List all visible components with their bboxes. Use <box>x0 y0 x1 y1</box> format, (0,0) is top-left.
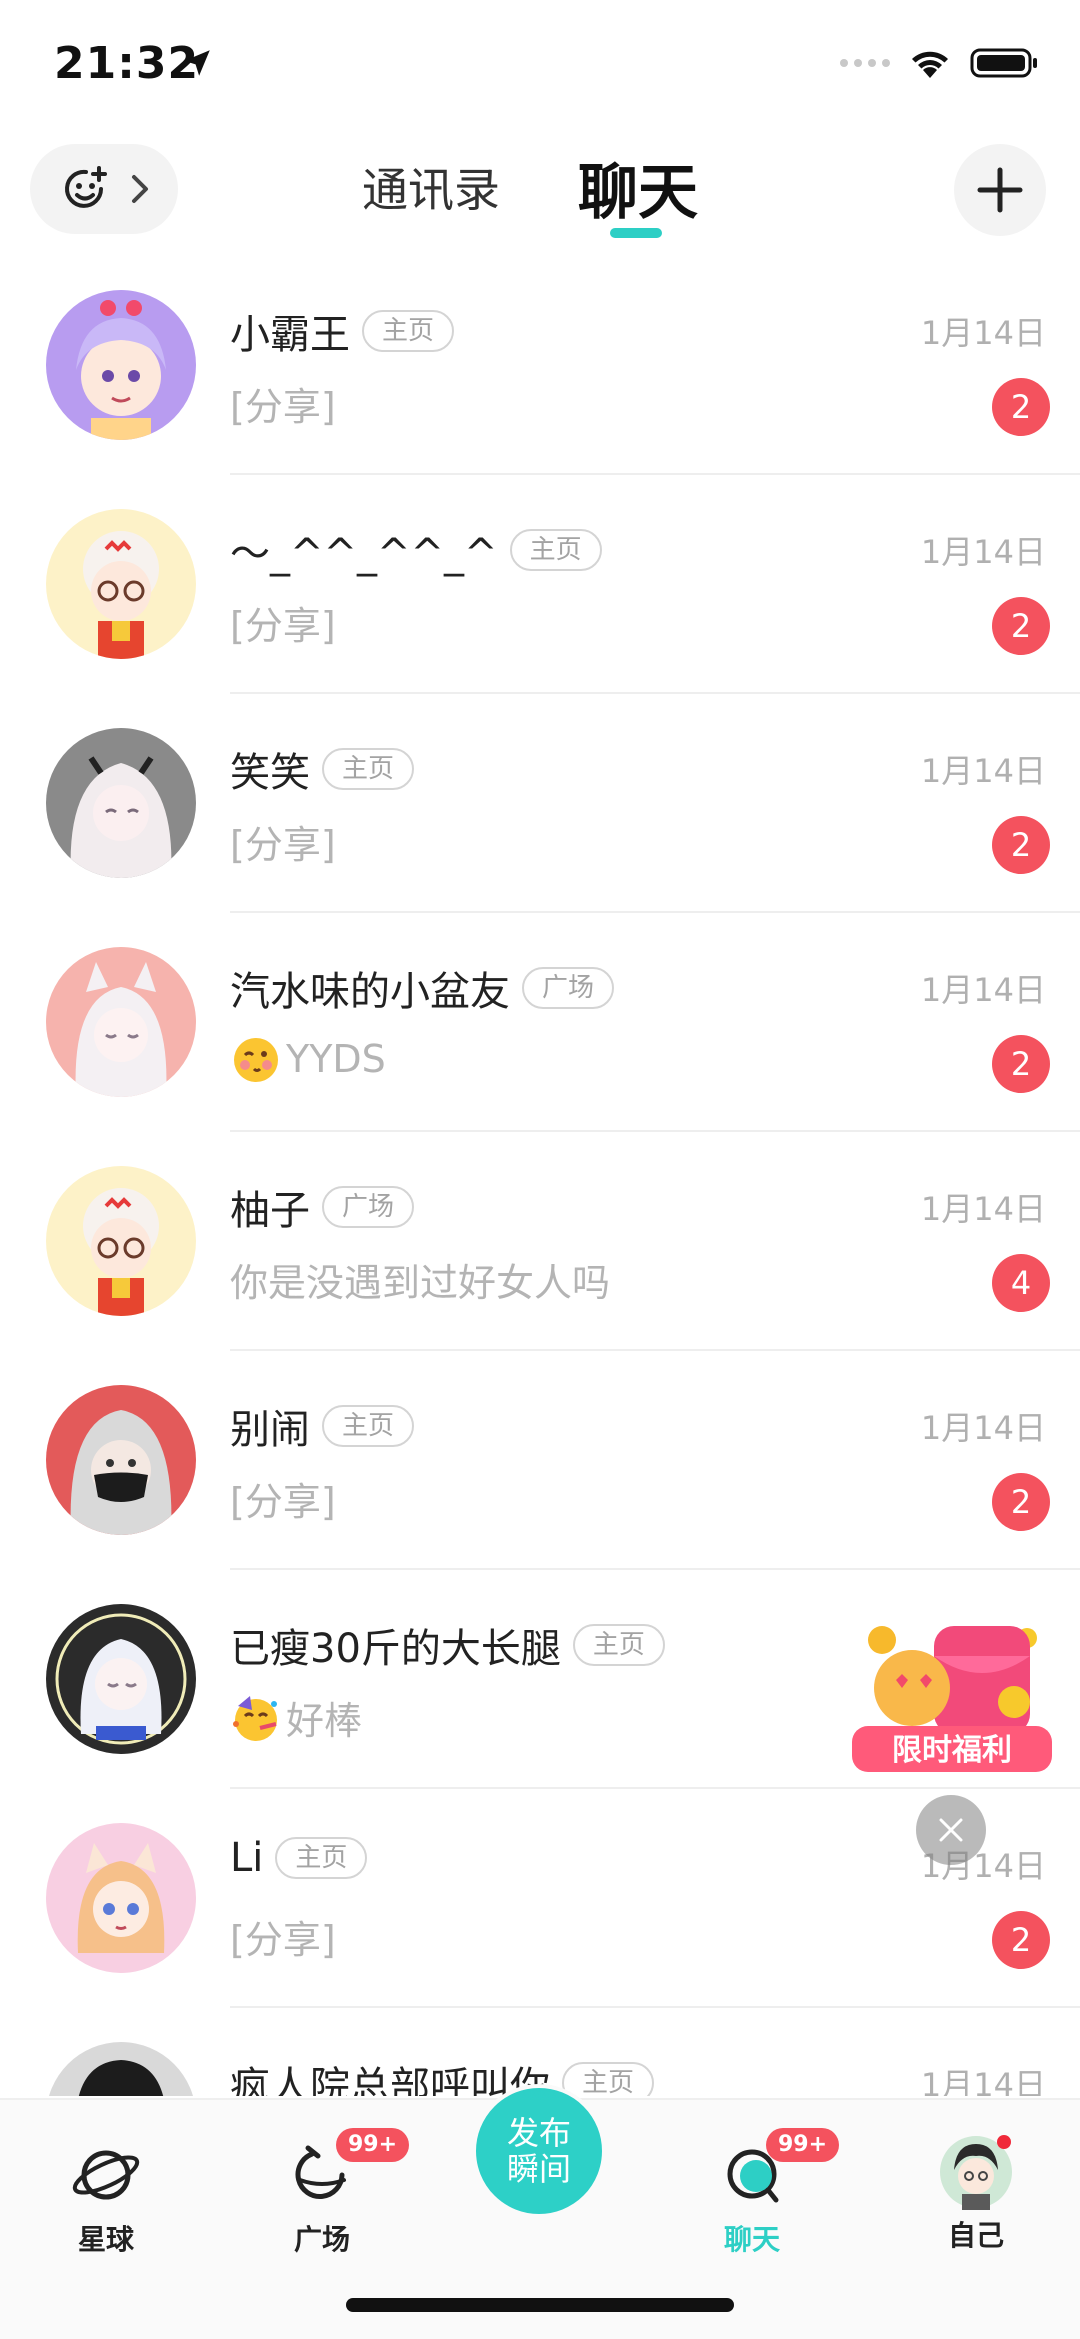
cellular-signal-icon <box>840 59 890 67</box>
source-tag: 主页 <box>562 2062 655 2096</box>
avatar[interactable] <box>46 290 196 440</box>
contact-name: 笑笑 <box>230 750 310 796</box>
chat-list-item[interactable]: 别闹 主页 1月14日 [分享] 2 <box>0 1351 1080 1570</box>
message-date: 1月14日 <box>920 1190 1046 1228</box>
message-preview: [分享] <box>230 1918 336 1962</box>
chat-list-item[interactable]: 笑笑 主页 1月14日 [分享] 2 <box>0 694 1080 913</box>
tab-contacts[interactable]: 通讯录 <box>362 154 500 220</box>
location-arrow-icon <box>184 50 210 76</box>
nav-item-planet[interactable]: 星球 <box>36 2142 176 2258</box>
wifi-icon <box>912 51 948 78</box>
add-smiley-icon <box>65 166 107 208</box>
message-preview: YYDS <box>230 1033 386 1085</box>
chat-list-item[interactable]: 小霸王 主页 1月14日 [分享] 2 <box>0 256 1080 475</box>
limited-time-benefit-banner[interactable]: 限时福利 <box>852 1608 1052 1778</box>
home-indicator[interactable] <box>346 2298 734 2312</box>
chat-list-item[interactable]: ～_^^_^^_^ 主页 1月14日 [分享] 2 <box>0 475 1080 694</box>
publish-label-line2: 瞬间 <box>506 2150 571 2188</box>
active-tab-indicator <box>610 228 662 238</box>
avatar[interactable] <box>46 1385 196 1535</box>
status-bar: 21:32 <box>0 0 1080 130</box>
source-tag: 主页 <box>572 1624 665 1666</box>
avatar[interactable] <box>46 728 196 878</box>
message-date: 1月14日 <box>920 533 1046 571</box>
publish-label-line1: 发布 <box>506 2114 571 2152</box>
source-tag: 主页 <box>362 310 455 352</box>
nav-item-square[interactable]: 99+ 广场 <box>252 2128 410 2258</box>
source-tag: 主页 <box>322 748 415 790</box>
party-face-emoji-icon <box>233 1695 277 1741</box>
message-date: 1月14日 <box>920 2066 1046 2096</box>
contact-name: 汽水味的小盆友 <box>230 969 510 1015</box>
message-preview: 你是没遇到过好女人吗 <box>230 1261 611 1305</box>
unread-count-badge: 2 <box>992 1035 1050 1093</box>
contact-name: 小霸王 <box>230 312 350 358</box>
unread-count-badge: 4 <box>992 1254 1050 1312</box>
message-preview: [分享] <box>230 1480 336 1524</box>
avatar[interactable] <box>46 1823 196 1973</box>
profile-avatar-icon <box>940 2135 1012 2210</box>
nav-label: 自己 <box>947 2219 1004 2252</box>
add-friend-button[interactable] <box>30 144 178 234</box>
promo-close-button[interactable] <box>916 1795 986 1865</box>
notification-badge: 99+ <box>336 2128 410 2162</box>
source-tag: 主页 <box>322 1405 415 1447</box>
chevron-right-icon <box>132 175 148 203</box>
chat-list-item[interactable]: 柚子 广场 1月14日 你是没遇到过好女人吗 4 <box>0 1132 1080 1351</box>
chat-list-item[interactable]: 疯人院总部呼叫你 主页 1月14日 <box>0 2008 1080 2096</box>
unread-count-badge: 2 <box>992 378 1050 436</box>
publish-moment-button[interactable]: 发布 瞬间 <box>472 2084 606 2218</box>
blushing-face-emoji-icon <box>234 1038 278 1082</box>
status-time: 21:32 <box>54 38 200 89</box>
chat-list-item[interactable]: 汽水味的小盆友 广场 1月14日 YYDS 2 <box>0 913 1080 1132</box>
battery-icon <box>970 48 1037 78</box>
source-tag: 主页 <box>509 529 602 571</box>
message-date: 1月14日 <box>920 752 1046 790</box>
plus-icon <box>977 167 1023 213</box>
message-preview: 好棒 <box>230 1690 362 1745</box>
notification-badge: 99+ <box>766 2128 840 2162</box>
avatar[interactable] <box>46 947 196 1097</box>
nav-label: 聊天 <box>723 2223 780 2256</box>
add-button[interactable] <box>954 144 1046 236</box>
message-date: 1月14日 <box>920 314 1046 352</box>
avatar[interactable] <box>46 1604 196 1754</box>
contact-name: 疯人院总部呼叫你 <box>230 2064 550 2096</box>
contact-name: 已瘦30斤的大长腿 <box>230 1626 561 1672</box>
contact-name: ～_^^_^^_^ <box>230 531 498 577</box>
close-icon <box>939 1818 963 1842</box>
contact-name: 别闹 <box>230 1407 310 1453</box>
message-date: 1月14日 <box>920 971 1046 1009</box>
avatar[interactable] <box>46 509 196 659</box>
source-tag: 主页 <box>275 1837 368 1879</box>
promo-text: 限时福利 <box>892 1733 1012 1768</box>
nav-item-profile[interactable]: 自己 <box>906 2135 1046 2254</box>
contact-name: Li <box>230 1835 264 1881</box>
avatar[interactable] <box>46 2042 196 2096</box>
source-tag: 广场 <box>522 967 615 1009</box>
unread-count-badge: 2 <box>992 1911 1050 1969</box>
top-header: 通讯录 聊天 <box>0 130 1080 250</box>
planet-icon <box>72 2150 140 2200</box>
contact-name: 柚子 <box>230 1188 310 1234</box>
status-indicators <box>840 46 1040 80</box>
avatar[interactable] <box>46 1166 196 1316</box>
message-preview: [分享] <box>230 385 336 429</box>
red-envelope-promo-icon: 限时福利 <box>852 1626 1052 1772</box>
message-preview: [分享] <box>230 604 336 648</box>
unread-count-badge: 2 <box>992 597 1050 655</box>
nav-item-chat[interactable]: 99+ 聊天 <box>682 2128 840 2258</box>
source-tag: 广场 <box>322 1186 415 1228</box>
unread-count-badge: 2 <box>992 1473 1050 1531</box>
message-preview: [分享] <box>230 823 336 867</box>
nav-label: 星球 <box>77 2223 134 2256</box>
tab-chat[interactable]: 聊天 <box>578 144 698 231</box>
message-date: 1月14日 <box>920 1409 1046 1447</box>
nav-label: 广场 <box>293 2223 350 2256</box>
unread-count-badge: 2 <box>992 816 1050 874</box>
